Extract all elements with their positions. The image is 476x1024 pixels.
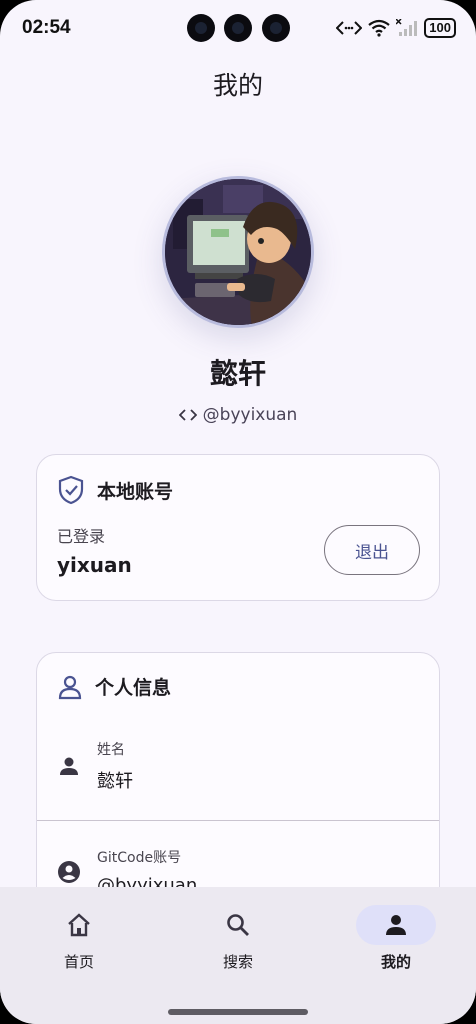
nav-label: 我的: [380, 953, 411, 971]
nav-item-search[interactable]: 搜索: [193, 905, 283, 972]
status-time: 02:54: [22, 17, 71, 38]
personal-info-header: 个人信息: [57, 673, 171, 700]
info-value: 懿轩: [97, 771, 133, 792]
login-status-label: 已登录: [57, 527, 106, 546]
profile-handle: @byyixuan: [202, 405, 298, 425]
camera-cutout: [262, 14, 290, 42]
person-icon: [60, 757, 78, 775]
shield-check-icon: [58, 475, 84, 505]
person-outline-icon: [58, 675, 82, 699]
info-label: GitCode账号: [97, 850, 182, 866]
info-row-name[interactable]: 姓名 懿轩: [57, 739, 439, 793]
nav-item-profile[interactable]: 我的: [351, 905, 441, 972]
code-icon: [178, 409, 197, 421]
nav-pill: [198, 905, 278, 945]
avatar[interactable]: [162, 176, 314, 328]
page-title: 我的: [212, 71, 263, 100]
nav-label: 首页: [63, 953, 94, 971]
account-circle-icon: [58, 860, 80, 883]
nav-label: 搜索: [222, 953, 253, 971]
code-icon: [336, 21, 363, 35]
bottom-nav: 首页 搜索 我的: [0, 887, 476, 1024]
wifi-icon: [368, 19, 390, 37]
camera-cutout: [224, 14, 252, 42]
local-username: yixuan: [57, 553, 132, 577]
divider: [37, 820, 439, 821]
phone-screen: 02:54 100 我的 懿轩 @byyixuan 本地账号 已登录 yixua…: [0, 0, 476, 1024]
signal-off-icon: [396, 19, 418, 36]
personal-info-title: 个人信息: [95, 677, 172, 699]
nav-item-home[interactable]: 首页: [34, 905, 124, 972]
avatar-illustration: [165, 179, 311, 325]
status-bar: 02:54 100: [0, 0, 476, 56]
nav-pill: [39, 905, 119, 945]
home-icon: [68, 913, 90, 937]
logout-button[interactable]: 退出: [324, 525, 420, 575]
nav-pill-active: [356, 905, 436, 945]
camera-cutout: [187, 14, 215, 42]
local-account-title: 本地账号: [97, 480, 174, 503]
local-account-card: 本地账号 已登录 yixuan 退出: [36, 454, 440, 601]
home-indicator[interactable]: [168, 1009, 308, 1015]
profile-handle-row: @byyixuan: [0, 405, 476, 425]
info-label: 姓名: [97, 742, 125, 758]
profile-name: 懿轩: [209, 357, 266, 390]
person-icon: [386, 915, 406, 935]
search-icon: [227, 914, 249, 936]
battery-indicator: 100: [424, 18, 456, 38]
info-text: 姓名 懿轩: [97, 739, 133, 793]
local-account-header: 本地账号: [57, 475, 173, 505]
status-icons: 100: [336, 17, 456, 39]
